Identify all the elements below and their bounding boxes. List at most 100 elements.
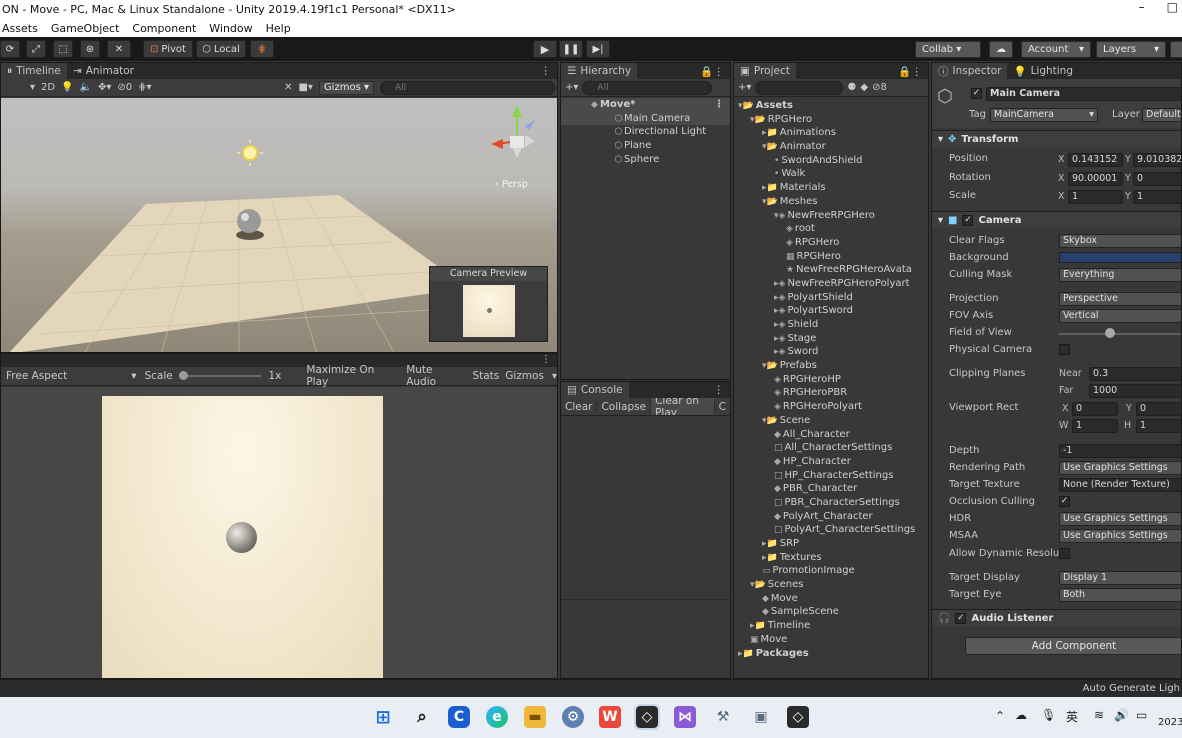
project-item[interactable]: ◆ Move <box>734 592 928 606</box>
account-dropdown[interactable]: Account ▾ <box>1021 41 1091 58</box>
tab-lighting[interactable]: 💡 Lighting <box>1007 63 1079 79</box>
collab-dropdown[interactable]: Collab ▾ <box>915 41 981 58</box>
mute-audio-button[interactable]: Mute Audio <box>406 364 465 388</box>
chevron-down-icon[interactable]: ▾ <box>552 371 557 382</box>
project-item[interactable]: ▸◈ NewFreeRPGHeroPolyart <box>734 277 928 291</box>
maximize-on-play-button[interactable]: Maximize On Play <box>306 364 399 388</box>
scene-search-input[interactable]: All <box>380 80 555 95</box>
search-by-type-icon[interactable]: ⚈ <box>847 82 856 93</box>
clock[interactable]: 2023 <box>1158 717 1182 728</box>
cloud-sync-icon[interactable]: ☁ <box>1015 708 1027 722</box>
culling-mask-dropdown[interactable]: Everything <box>1059 268 1181 282</box>
menu-assets[interactable]: Assets <box>2 22 38 35</box>
viewport-x-field[interactable]: 0 <box>1072 402 1118 416</box>
app-tool-icon[interactable]: ⚒ <box>712 706 734 728</box>
clear-flags-dropdown[interactable]: Skybox <box>1059 234 1181 248</box>
tray-chevron-icon[interactable]: ⌃ <box>995 709 1005 723</box>
layer-dropdown[interactable]: Default <box>1142 108 1181 122</box>
game-viewport[interactable] <box>1 387 557 678</box>
tab-timeline[interactable]: ⏸ Timeline <box>1 63 67 79</box>
project-item[interactable]: ▸📁 Materials <box>734 181 928 195</box>
target-eye-dropdown[interactable]: Both <box>1059 588 1181 602</box>
slider-thumb[interactable] <box>178 371 188 380</box>
active-checkbox[interactable]: ✓ <box>971 88 982 99</box>
camera-enabled-checkbox[interactable]: ✓ <box>962 214 974 226</box>
project-item[interactable]: • SwordAndShield <box>734 154 928 168</box>
project-item[interactable]: ▸📁 Textures <box>734 551 928 565</box>
mode-2d-toggle[interactable]: 2D <box>41 82 55 93</box>
project-item[interactable]: ▸◈ PolyartSword <box>734 304 928 318</box>
viewport-w-field[interactable]: 1 <box>1072 419 1118 433</box>
scale-tool-icon[interactable]: ⤢ <box>26 40 46 58</box>
add-component-button[interactable]: Add Component <box>965 637 1181 655</box>
play-button[interactable]: ▶ <box>533 40 557 58</box>
fov-slider-track[interactable] <box>1059 333 1181 335</box>
tools-icon[interactable]: ✕ <box>284 82 292 93</box>
unity-app-icon[interactable]: ◇ <box>634 704 660 730</box>
panel-menu-icon[interactable]: ⋮ <box>535 63 558 79</box>
start-menu-icon[interactable]: ⊞ <box>372 706 394 728</box>
position-y-field[interactable]: 9.010382 <box>1133 153 1181 167</box>
menu-help[interactable]: Help <box>266 22 291 35</box>
project-item[interactable]: ◆ All_Character <box>734 428 928 442</box>
scene-menu-icon[interactable]: ⋮ <box>714 98 724 112</box>
fov-slider-thumb[interactable] <box>1104 328 1115 338</box>
occlusion-culling-checkbox[interactable]: ✓ <box>1059 496 1070 507</box>
project-item[interactable]: □ PolyArt_CharacterSettings <box>734 523 928 537</box>
project-item[interactable]: □ PBR_CharacterSettings <box>734 496 928 510</box>
project-item[interactable]: ◈ RPGHeroHP <box>734 373 928 387</box>
project-item[interactable]: ▾📂 Prefabs <box>734 359 928 373</box>
local-toggle[interactable]: ⬡ Local <box>196 40 246 58</box>
transform-tool-icon[interactable]: ⊛ <box>80 40 100 58</box>
msaa-dropdown[interactable]: Use Graphics Settings <box>1059 529 1181 543</box>
create-button[interactable]: +▾ <box>738 82 751 93</box>
layout-dropdown[interactable] <box>1170 41 1182 58</box>
tab-project[interactable]: ▣ Project <box>734 63 796 79</box>
console-clear-button[interactable]: Clear <box>561 401 596 413</box>
create-button[interactable]: +▾ <box>565 82 578 93</box>
unity-hub-icon[interactable]: ◇ <box>787 706 809 728</box>
project-item[interactable]: ▸📁 Animations <box>734 126 928 140</box>
panel-menu-icon[interactable]: ⋮ <box>541 354 551 367</box>
wps-office-icon[interactable]: W <box>599 706 621 728</box>
project-item[interactable]: □ HP_CharacterSettings <box>734 469 928 483</box>
lock-icon[interactable]: 🔒⋮ <box>694 63 730 79</box>
project-item[interactable]: ▸📁 Packages <box>734 647 928 661</box>
position-x-field[interactable]: 0.143152 <box>1068 153 1123 167</box>
grid-toggle-icon[interactable]: ⋕▾ <box>138 82 151 93</box>
gizmos-button[interactable]: Gizmos <box>505 370 544 382</box>
project-item[interactable]: ◈ RPGHeroPolyart <box>734 400 928 414</box>
project-item[interactable]: □ All_CharacterSettings <box>734 441 928 455</box>
hdr-dropdown[interactable]: Use Graphics Settings <box>1059 512 1181 526</box>
target-display-dropdown[interactable]: Display 1 <box>1059 571 1181 585</box>
rotate-tool-icon[interactable]: ⟳ <box>0 40 20 58</box>
rotation-y-field[interactable]: 0 <box>1133 172 1181 186</box>
project-item[interactable]: ▸◈ Shield <box>734 318 928 332</box>
layers-dropdown[interactable]: Layers ▾ <box>1096 41 1166 58</box>
project-item[interactable]: ▸◈ Stage <box>734 332 928 346</box>
scale-y-field[interactable]: 1 <box>1133 190 1181 204</box>
object-name-field[interactable]: Main Camera <box>986 87 1181 101</box>
minimize-button[interactable]: – <box>1139 0 1145 19</box>
hidden-objects-icon[interactable]: ⊘0 <box>117 82 132 93</box>
tab-hierarchy[interactable]: ☰ Hierarchy <box>561 63 638 79</box>
search-by-label-icon[interactable]: ◆ <box>860 82 868 93</box>
audio-listener-checkbox[interactable]: ✓ <box>955 612 967 624</box>
target-texture-field[interactable]: None (Render Texture) <box>1059 478 1181 492</box>
tab-console[interactable]: ▤ Console <box>561 382 629 398</box>
project-item[interactable]: ▦ RPGHero <box>734 250 928 264</box>
console-clear-on-play-button[interactable]: Clear on Play <box>650 398 714 415</box>
far-field[interactable]: 1000 <box>1089 384 1181 398</box>
project-search-input[interactable] <box>755 80 844 95</box>
project-item[interactable]: ◆ PolyArt_Character <box>734 510 928 524</box>
projection-dropdown[interactable]: Perspective <box>1059 292 1181 306</box>
console-collapse-button[interactable]: Collapse <box>596 400 650 413</box>
project-item[interactable]: ▸📁 SRP <box>734 537 928 551</box>
lock-icon[interactable]: 🔒⋮ <box>892 63 928 79</box>
persp-label[interactable]: ‹ Persp <box>495 179 528 190</box>
rendering-path-dropdown[interactable]: Use Graphics Settings <box>1059 461 1181 475</box>
menu-component[interactable]: Component <box>132 22 196 35</box>
menu-window[interactable]: Window <box>209 22 252 35</box>
near-field[interactable]: 0.3 <box>1089 367 1181 381</box>
aspect-dropdown[interactable]: Free Aspect ▾ <box>1 370 138 382</box>
